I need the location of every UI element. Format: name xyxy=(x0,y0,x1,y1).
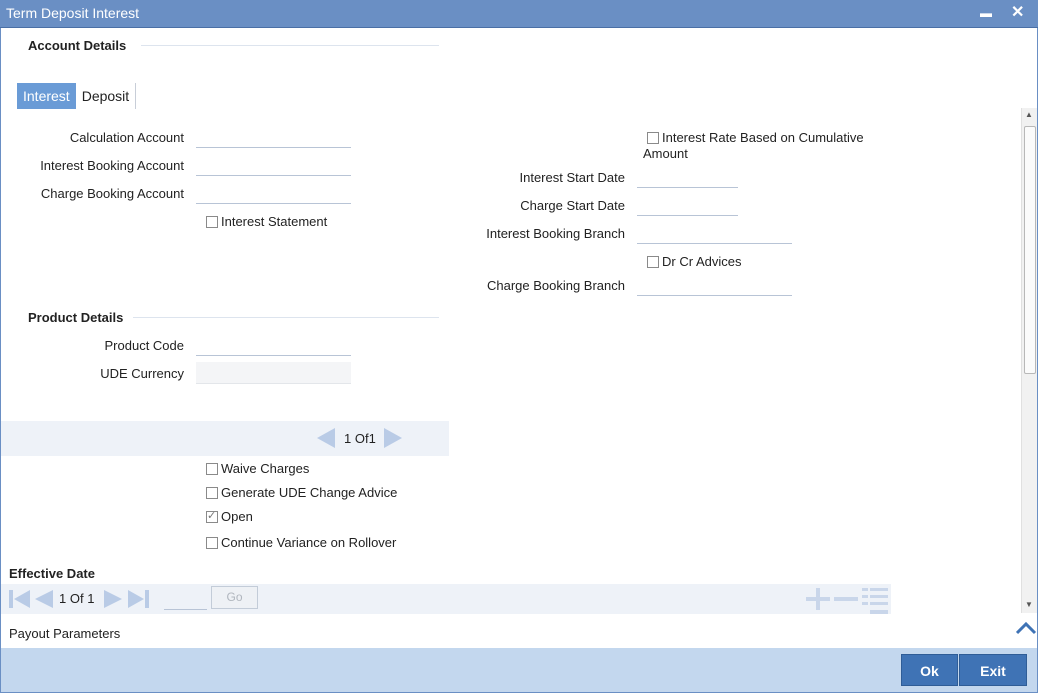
pager-of: Of xyxy=(354,431,369,446)
interest-start-date-field[interactable] xyxy=(637,166,738,188)
effective-date-pager-text: 1 Of 1 xyxy=(59,591,94,606)
option-row: Open xyxy=(206,508,253,524)
option-row: Waive Charges xyxy=(206,460,309,476)
ude-currency-label: UDE Currency xyxy=(100,366,184,381)
product-pager-text: 1 Of1 xyxy=(344,431,376,446)
exit-button[interactable]: Exit xyxy=(959,654,1027,686)
interest-booking-account-label: Interest Booking Account xyxy=(40,158,184,173)
continue-variance-rollover-label: Continue Variance on Rollover xyxy=(221,535,397,551)
continue-variance-rollover-checkbox[interactable] xyxy=(206,536,218,549)
open-checkbox[interactable] xyxy=(206,509,218,523)
next-page-icon[interactable] xyxy=(384,428,402,448)
next-page-icon[interactable] xyxy=(102,588,124,610)
interest-booking-branch-field[interactable] xyxy=(637,222,792,244)
last-page-icon[interactable] xyxy=(126,588,150,610)
close-icon[interactable]: ✕ xyxy=(1011,2,1024,22)
product-pager-band xyxy=(1,421,449,456)
charge-start-date-field[interactable] xyxy=(637,194,738,216)
option-row: Continue Variance on Rollover xyxy=(206,534,396,550)
dr-cr-advices-label: Dr Cr Advices xyxy=(662,254,742,270)
pager-current: 1 xyxy=(344,431,352,446)
product-code-field[interactable] xyxy=(196,334,351,356)
scrollbar-thumb[interactable] xyxy=(1024,126,1036,374)
ok-button[interactable]: Ok xyxy=(901,654,958,686)
generate-ude-change-advice-label: Generate UDE Change Advice xyxy=(221,485,398,501)
pager-of: Of xyxy=(69,591,84,606)
waive-charges-checkbox[interactable] xyxy=(206,462,218,475)
tab-deposit[interactable]: Deposit xyxy=(76,83,137,109)
option-row: Generate UDE Change Advice xyxy=(206,484,397,500)
dialog-footer: Ok Exit xyxy=(1,648,1037,692)
dr-cr-advices-row: Dr Cr Advices xyxy=(647,253,741,269)
payout-parameters-label[interactable]: Payout Parameters xyxy=(9,626,120,641)
scroll-up-icon[interactable]: ▲ xyxy=(1025,110,1033,119)
go-button[interactable]: Go xyxy=(211,586,258,609)
charge-start-date-label: Charge Start Date xyxy=(520,198,625,213)
interest-statement-label: Interest Statement xyxy=(221,214,328,230)
rate-based-cumulative-checkbox[interactable] xyxy=(647,131,659,144)
grid-actions xyxy=(806,588,888,614)
interest-booking-account-field[interactable] xyxy=(196,154,351,176)
window-titlebar: Term Deposit Interest ▬ ✕ xyxy=(0,0,1038,28)
dr-cr-advices-checkbox[interactable] xyxy=(647,255,659,268)
interest-statement-row: Interest Statement xyxy=(206,213,327,229)
pager-total: 1 xyxy=(87,591,95,606)
rate-based-cumulative-label: Interest Rate Based on Cumulative xyxy=(662,130,864,146)
product-details-heading: Product Details xyxy=(28,310,124,325)
charge-booking-account-label: Charge Booking Account xyxy=(40,186,184,201)
ude-currency-field[interactable] xyxy=(196,362,351,384)
open-label: Open xyxy=(221,509,253,525)
section-divider xyxy=(141,45,439,46)
rate-based-cumulative-label-line2: Amount xyxy=(643,146,688,161)
interest-statement-checkbox[interactable] xyxy=(206,215,218,228)
calculation-account-label: Calculation Account xyxy=(69,130,184,145)
dialog-body: Account Details Interest Deposit Calculat… xyxy=(0,28,1038,693)
interest-booking-branch-label: Interest Booking Branch xyxy=(486,226,625,241)
product-code-label: Product Code xyxy=(104,338,185,353)
waive-charges-label: Waive Charges xyxy=(221,461,310,477)
calculation-account-field[interactable] xyxy=(196,126,351,148)
vertical-scrollbar[interactable]: ▲ ▼ xyxy=(1021,108,1037,613)
scroll-down-icon[interactable]: ▼ xyxy=(1025,600,1033,609)
effective-date-heading: Effective Date xyxy=(9,566,95,581)
charge-booking-branch-label: Charge Booking Branch xyxy=(486,278,625,293)
tab-bar: Interest Deposit xyxy=(17,83,137,109)
chevron-up-icon[interactable] xyxy=(1015,620,1037,636)
single-view-icon[interactable] xyxy=(862,588,888,614)
account-details-heading: Account Details xyxy=(28,38,127,53)
charge-booking-account-field[interactable] xyxy=(196,182,351,204)
page-number-input[interactable] xyxy=(164,589,207,610)
add-row-icon[interactable] xyxy=(806,588,830,610)
minimize-icon[interactable]: ▬ xyxy=(980,6,992,20)
tab-interest[interactable]: Interest xyxy=(17,83,76,109)
first-page-icon[interactable] xyxy=(8,588,32,610)
pager-current: 1 xyxy=(59,591,67,606)
delete-row-icon[interactable] xyxy=(834,597,858,601)
charge-booking-branch-field[interactable] xyxy=(637,274,792,296)
interest-start-date-label: Interest Start Date xyxy=(519,170,626,185)
window-title: Term Deposit Interest xyxy=(6,5,140,21)
pager-total: 1 xyxy=(368,431,376,446)
section-divider xyxy=(133,317,439,318)
previous-page-icon[interactable] xyxy=(33,588,55,610)
generate-ude-change-advice-checkbox[interactable] xyxy=(206,486,218,499)
previous-page-icon[interactable] xyxy=(317,428,335,448)
rate-based-cumulative-row: Interest Rate Based on Cumulative xyxy=(647,129,864,145)
